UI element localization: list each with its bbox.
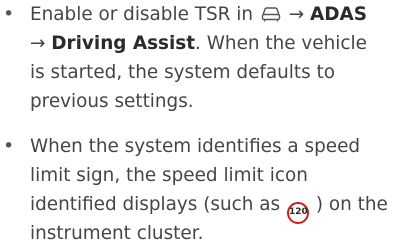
menu-path-adas: ADAS: [310, 4, 367, 25]
text-segment: When the system identifies a speed: [30, 136, 361, 157]
bullet-marker: •: [3, 135, 15, 157]
bullet-marker: •: [3, 3, 15, 25]
text-line: is started, the system defaults to: [30, 58, 335, 87]
text-line: instrument cluster.: [30, 219, 203, 248]
text-segment: . When the vehicle: [195, 33, 367, 54]
document-body: • Enable or disable TSR in → ADAS → Driv…: [0, 0, 414, 247]
text-line: previous settings.: [30, 87, 194, 116]
text-segment: Enable or disable TSR in: [30, 4, 254, 25]
text-segment: identified displays (such as: [30, 194, 281, 215]
speed-limit-sign-icon: 120: [286, 202, 309, 224]
arrow-glyph: →: [282, 4, 310, 25]
text-segment: instrument cluster.: [30, 223, 204, 244]
text-line: identified displays (such as 120 ) on th…: [30, 190, 388, 224]
menu-path-driving-assist: Driving Assist: [51, 33, 196, 54]
text-segment: is started, the system defaults to: [30, 62, 336, 83]
car-icon: [261, 2, 281, 22]
text-segment: limit sign, the speed limit icon: [30, 165, 308, 186]
text-line: → Driving Assist. When the vehicle: [30, 29, 367, 58]
text-segment: previous settings.: [30, 91, 194, 112]
text-line: Enable or disable TSR in → ADAS: [30, 0, 367, 29]
text-line: When the system identifies a speed: [30, 132, 360, 161]
text-segment: ) on the: [315, 194, 388, 215]
arrow-glyph: →: [30, 33, 52, 54]
text-line: limit sign, the speed limit icon: [30, 161, 308, 190]
